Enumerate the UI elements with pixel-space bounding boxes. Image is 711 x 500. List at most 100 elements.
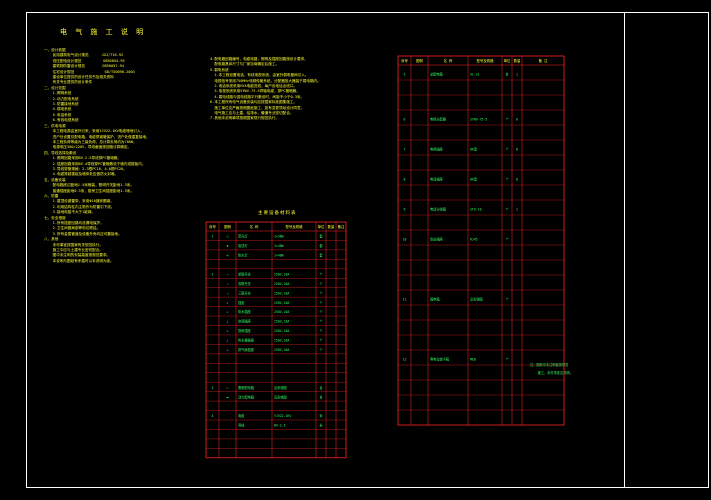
left-table-cell: 三联开关 <box>238 290 252 295</box>
right-table-cell: 电话插座 <box>430 177 444 182</box>
left-table-cell: YJV22-1KV <box>274 414 291 418</box>
left-table-cell: 个 <box>319 339 323 343</box>
left-table-cell: 250V,10A <box>274 282 289 286</box>
left-table-cell: 个 <box>319 329 323 333</box>
left-table-header-cell: 数量 <box>328 224 335 229</box>
left-table-cell: 空调插座 <box>238 319 252 324</box>
left-table-cell: ▼ <box>227 244 229 248</box>
left-table-cell: 照明配电箱 <box>238 385 255 390</box>
drawing-canvas: 序号 图例名 称型号及规格 单位 数量 备注1 ◯ 荧光灯 1×36W 套▼ 吸顶灯 1×40W 套⊗… <box>205 55 565 459</box>
left-table-cell: BV-2.5 <box>274 424 286 428</box>
right-table-header-cell: 型号及规格 <box>477 58 495 63</box>
right-table-cell: 个 <box>505 208 509 212</box>
left-table-cell: 个 <box>319 301 323 305</box>
right-table-cell: 5 <box>404 73 406 77</box>
right-table-cell: 6 <box>516 118 518 122</box>
left-table-cell: ↗ <box>227 282 229 286</box>
left-table-cell: 厨房插座 <box>238 328 252 333</box>
left-table-cell: 热水器插座 <box>238 338 255 343</box>
left-table-cell: 250V,16A <box>274 320 289 324</box>
right-table-cell: 见系统图 <box>470 297 483 302</box>
left-table-cell: 250V,10A <box>274 291 289 295</box>
left-table-cell: ↗ <box>227 291 229 295</box>
left-table-header-cell: 单位 <box>318 224 325 229</box>
right-table-header-cell: 图例 <box>416 58 423 63</box>
right-table-cell: RJ45 <box>470 238 478 242</box>
right-table-cell: 12 <box>403 358 407 362</box>
left-table-cell: 单联开关 <box>238 271 252 276</box>
equipment-table-right: 序号 图例 名 称 型号及规格 单位 数量 备 注 5 总配电箱 XL-21 台 1 6 电视分配器 SYW… <box>397 55 565 426</box>
left-table-cell: 见系统图 <box>274 394 287 399</box>
right-table-cell: 个 <box>505 358 509 362</box>
left-table-header-cell: 名 称 <box>250 224 259 229</box>
left-table-cell: ⊥ <box>227 329 229 333</box>
right-table-header-cell: 备 注 <box>539 58 548 63</box>
left-table-cell: ⊥ <box>227 339 229 343</box>
left-table-cell: 台 <box>319 385 322 390</box>
right-table-cell: 信息插座 <box>430 237 444 242</box>
right-table-cell: 个 <box>505 238 509 242</box>
left-table-cell: ⊥ <box>227 301 229 305</box>
equipment-table: 序号 图例 名 称 型号及规格 单位 数量 备注 1 ◯ 荧光灯 1×36W 套 ▼ 吸顶灯 1×40W 套 ⊗… <box>205 221 347 459</box>
right-table-cell: 1 <box>516 73 518 77</box>
left-table-cell: 防水灯 <box>238 253 248 258</box>
right-table-header-cell: 数量 <box>514 58 521 63</box>
right-table-cell: 个 <box>505 178 509 182</box>
left-table-cell: 4 <box>212 414 214 418</box>
left-table-cell: 导线 <box>238 423 245 428</box>
left-table-cell: 排气扇插座 <box>238 347 255 352</box>
right-table-cell: 6 <box>516 148 518 152</box>
left-table-cell: 双联开关 <box>238 281 252 286</box>
left-table-cell: 3 <box>212 386 214 390</box>
right-table-cell: 1 <box>516 208 518 212</box>
left-table-cell: 动力配电箱 <box>238 394 255 399</box>
right-table-cell: 等电位端子箱 <box>430 357 450 362</box>
left-table-cell: 250V,10A <box>274 301 289 305</box>
left-table-cell: 1 <box>212 235 214 239</box>
right-table-cell: 11 <box>403 298 407 302</box>
left-table-cell: ▬ <box>227 395 229 399</box>
right-table-header-cell: 序号 <box>401 58 408 63</box>
right-table-cell: MEB <box>470 358 476 362</box>
right-table-cell: 86型 <box>470 147 478 152</box>
left-table-header-cell: 备注 <box>338 224 345 229</box>
left-table-cell: 250V,10A <box>274 272 289 276</box>
left-table-cell: 250V,10A <box>274 348 289 352</box>
left-table-cell: 个 <box>319 310 323 314</box>
left-table-cell: ▭ <box>227 386 229 390</box>
right-table-cell: 8 <box>516 178 518 182</box>
left-table-cell: ⊥ <box>227 348 229 352</box>
left-table-cell: 荧光灯 <box>238 234 248 239</box>
left-table-cell: 个 <box>319 291 323 295</box>
left-table-cell: ↗ <box>227 272 229 276</box>
right-table-cell: 电话分线箱 <box>430 207 447 212</box>
left-table-cell: 套 <box>319 234 323 239</box>
right-table-header-cell: 名 称 <box>444 58 453 63</box>
right-table-cell: 电视分配器 <box>430 117 447 122</box>
left-table-cell: 套 <box>319 253 323 258</box>
left-table-cell: 250V,10A <box>274 310 289 314</box>
right-table-cell: 总配电箱 <box>430 72 444 77</box>
right-table-cell: 8 <box>404 178 406 182</box>
left-table-header-cell: 序号 <box>209 224 216 229</box>
left-table-cell: 见系统图 <box>274 385 287 390</box>
left-table-header-cell: 型号及规格 <box>286 224 304 229</box>
left-table-cell: 个 <box>319 348 323 352</box>
left-table-cell: 1×40W <box>274 244 284 248</box>
right-table-header-cell: 单位 <box>504 58 511 63</box>
left-table-cell: 防水插座 <box>238 309 252 314</box>
right-table-cell: 7 <box>404 148 406 152</box>
left-table-cell: 插座 <box>238 300 245 305</box>
right-table-cell: 6 <box>404 118 406 122</box>
left-table-cell: 米 <box>319 423 323 428</box>
left-table-cell: 电缆 <box>238 413 245 418</box>
left-table-cell: 个 <box>319 320 323 324</box>
right-table-cell: 个 <box>505 298 509 302</box>
left-table-cell: 2 <box>212 272 214 276</box>
left-table-cell: ⊥ <box>227 320 229 324</box>
left-table-header-cell: 图例 <box>224 224 231 229</box>
left-table-cell: 个 <box>319 272 323 276</box>
left-table-cell: 台 <box>319 394 322 399</box>
left-table-cell: 1×40W <box>274 254 284 258</box>
right-table-cell: 电视插座 <box>430 147 444 152</box>
